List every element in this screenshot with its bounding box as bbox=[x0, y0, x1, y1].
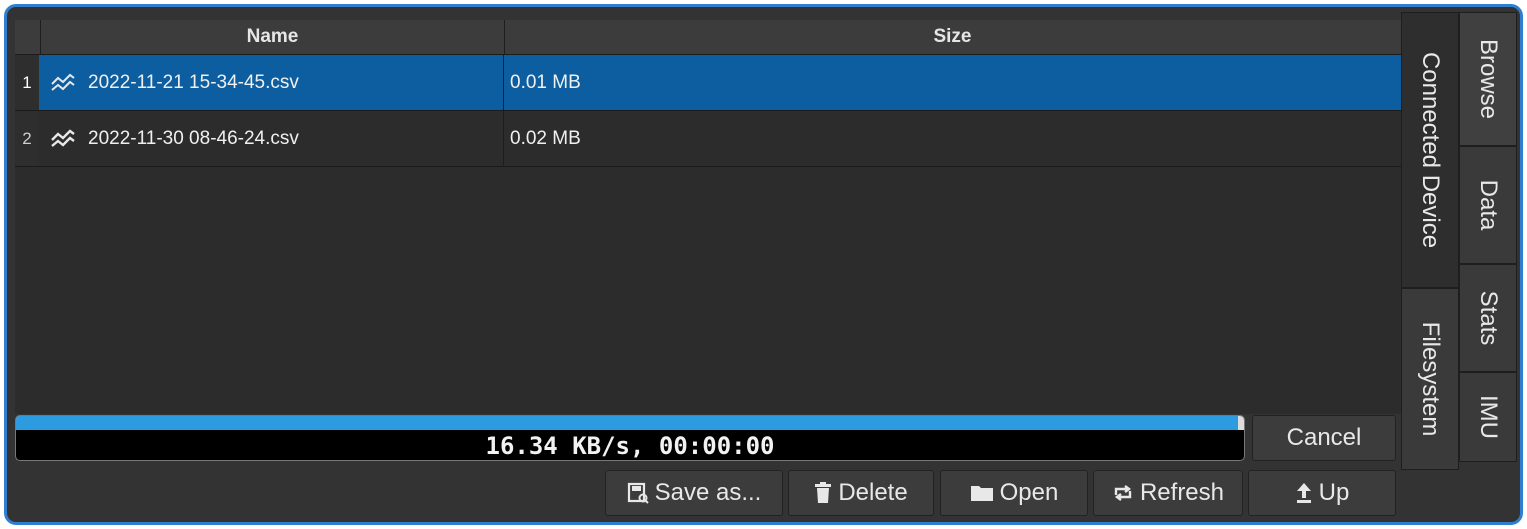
file-name-cell[interactable]: 2022-11-30 08-46-24.csv bbox=[40, 111, 504, 166]
refresh-icon bbox=[1114, 485, 1132, 501]
file-name-cell[interactable]: 2022-11-21 15-34-45.csv bbox=[40, 55, 504, 110]
tab-stats-label: Stats bbox=[1475, 290, 1502, 346]
progress-track bbox=[16, 416, 1244, 430]
trash-icon bbox=[815, 482, 832, 503]
file-table: Name Size 1 2022-11-21 15-34-45.csv 0.01… bbox=[15, 20, 1402, 414]
up-button[interactable]: Up bbox=[1248, 470, 1396, 516]
upload-arrow-icon bbox=[1296, 483, 1311, 503]
tab-data-label: Data bbox=[1475, 179, 1502, 231]
table-header: Name Size bbox=[15, 20, 1401, 55]
delete-label: Delete bbox=[838, 479, 908, 506]
tab-browse-label: Browse bbox=[1475, 38, 1502, 120]
delete-button[interactable]: Delete bbox=[788, 470, 934, 516]
file-size[interactable]: 0.01 MB bbox=[504, 55, 1401, 110]
file-name: 2022-11-30 08-46-24.csv bbox=[88, 128, 299, 149]
tab-connected-device[interactable]: Connected Device bbox=[1401, 12, 1459, 288]
progress-fill bbox=[16, 416, 1238, 430]
tab-filesystem[interactable]: Filesystem bbox=[1401, 288, 1459, 470]
table-row[interactable]: 2 2022-11-30 08-46-24.csv 0.02 MB bbox=[15, 111, 1401, 167]
cancel-label: Cancel bbox=[1286, 424, 1362, 451]
save-as-label: Save as... bbox=[654, 479, 762, 506]
column-header-size[interactable]: Size bbox=[504, 20, 1401, 54]
row-number: 1 bbox=[15, 55, 39, 110]
tab-data[interactable]: Data bbox=[1459, 146, 1517, 264]
tab-imu[interactable]: IMU bbox=[1459, 372, 1517, 462]
up-label: Up bbox=[1318, 479, 1350, 506]
refresh-button[interactable]: Refresh bbox=[1093, 470, 1243, 516]
open-button[interactable]: Open bbox=[940, 470, 1088, 516]
file-name: 2022-11-21 15-34-45.csv bbox=[88, 72, 299, 93]
tab-connected-device-label: Connected Device bbox=[1417, 51, 1444, 249]
tab-filesystem-label: Filesystem bbox=[1417, 321, 1444, 437]
tab-imu-label: IMU bbox=[1475, 395, 1502, 439]
row-number: 2 bbox=[15, 111, 39, 166]
table-row[interactable]: 1 2022-11-21 15-34-45.csv 0.01 MB bbox=[15, 55, 1401, 111]
save-as-button[interactable]: Save as... bbox=[605, 470, 783, 516]
transfer-rate-text: 16.34 KB/s, 00:00:00 bbox=[485, 432, 775, 460]
save-icon bbox=[627, 482, 649, 504]
tab-stats[interactable]: Stats bbox=[1459, 264, 1517, 372]
refresh-label: Refresh bbox=[1139, 479, 1225, 506]
open-label: Open bbox=[999, 479, 1059, 506]
folder-icon bbox=[970, 486, 993, 501]
file-size[interactable]: 0.02 MB bbox=[504, 111, 1401, 166]
column-header-name[interactable]: Name bbox=[40, 20, 505, 54]
transfer-progress: 16.34 KB/s, 00:00:00 bbox=[15, 415, 1245, 461]
cancel-button[interactable]: Cancel bbox=[1252, 415, 1396, 461]
file-browser-panel: Name Size 1 2022-11-21 15-34-45.csv 0.01… bbox=[4, 4, 1523, 525]
data-file-icon bbox=[51, 129, 75, 147]
tab-browse[interactable]: Browse bbox=[1459, 12, 1517, 146]
data-file-icon bbox=[51, 73, 75, 91]
